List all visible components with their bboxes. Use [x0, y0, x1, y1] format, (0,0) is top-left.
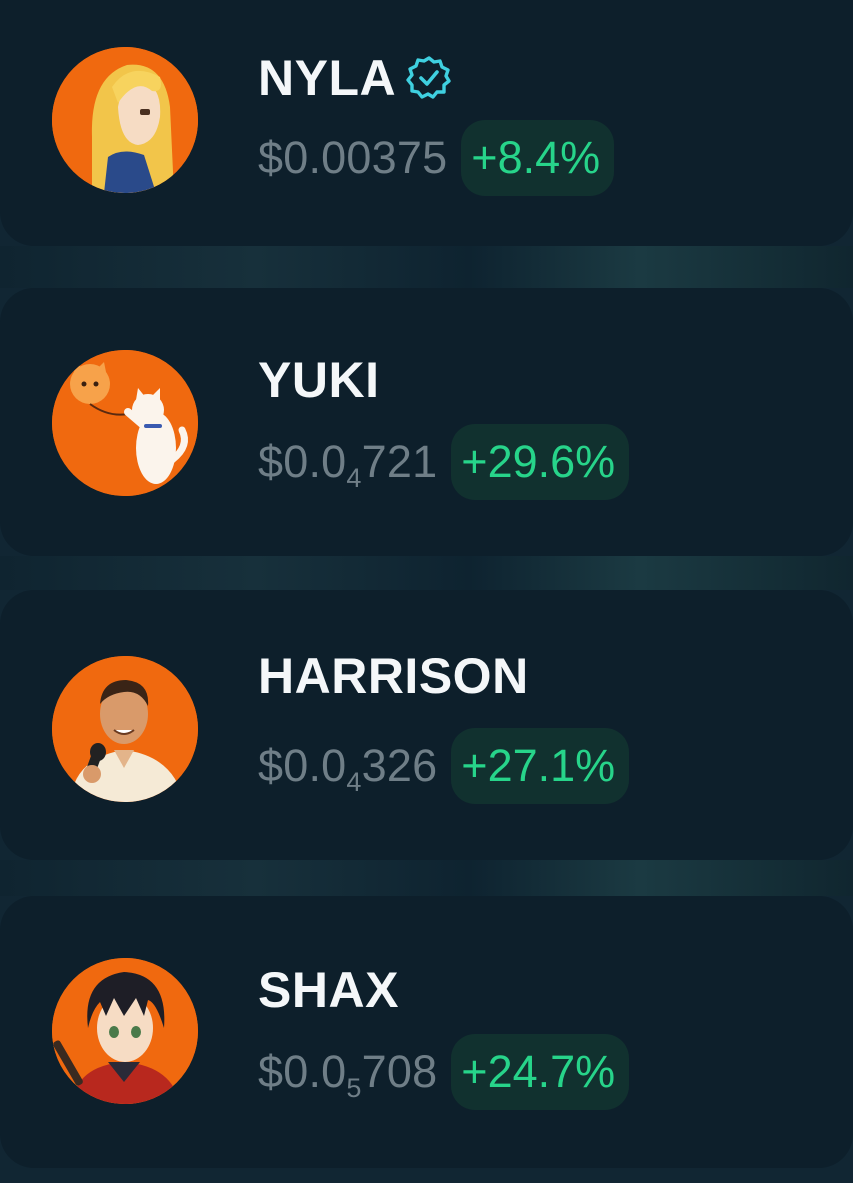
token-price: $0.04721: [258, 436, 438, 493]
token-name: HARRISON: [258, 648, 529, 704]
token-price: $0.00375: [258, 132, 448, 183]
token-card-harrison[interactable]: HARRISON $0.04326 +27.1%: [0, 590, 853, 860]
cat-balloon-avatar-icon: [52, 350, 198, 496]
price-row: $0.05708 +24.7%: [258, 1034, 630, 1110]
price-change-badge: +8.4%: [461, 120, 615, 196]
token-card-shax[interactable]: SHAX $0.05708 +24.7%: [0, 896, 853, 1168]
token-name: NYLA: [258, 50, 452, 106]
token-price: $0.05708: [258, 1046, 438, 1103]
token-name: YUKI: [258, 352, 380, 408]
price-change-badge: +24.7%: [451, 1034, 630, 1110]
price-row: $0.00375 +8.4%: [258, 120, 615, 196]
verified-badge-icon: [406, 56, 451, 99]
anime-girl-avatar-icon: [52, 47, 198, 193]
card-divider: [0, 860, 853, 896]
man-microphone-avatar-icon: [52, 656, 198, 802]
anime-boy-avatar-icon: [52, 958, 198, 1104]
card-divider: [0, 246, 853, 288]
price-row: $0.04721 +29.6%: [258, 424, 630, 500]
token-card-yuki[interactable]: YUKI $0.04721 +29.6%: [0, 288, 853, 556]
price-row: $0.04326 +27.1%: [258, 728, 630, 804]
token-price: $0.04326: [258, 740, 438, 797]
token-name: SHAX: [258, 962, 399, 1018]
token-card-nyla[interactable]: NYLA $0.00375 +8.4%: [0, 0, 853, 246]
card-divider: [0, 556, 853, 590]
price-change-badge: +27.1%: [451, 728, 630, 804]
price-change-badge: +29.6%: [451, 424, 630, 500]
